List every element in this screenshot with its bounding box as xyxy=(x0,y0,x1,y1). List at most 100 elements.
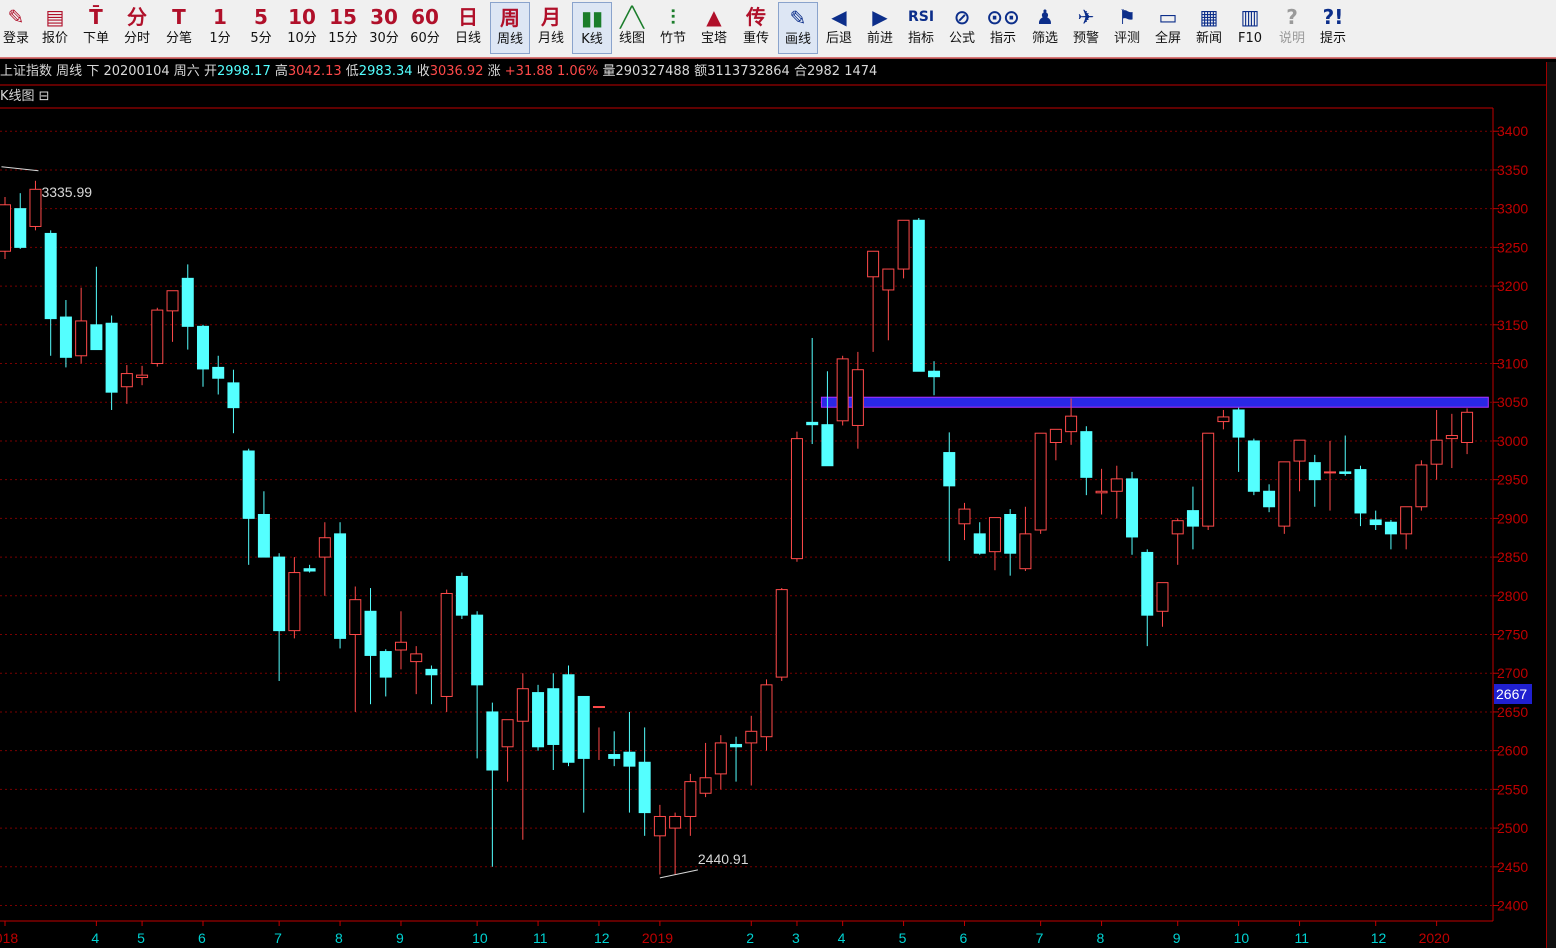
candle-body-up xyxy=(120,373,133,388)
candle-body-down xyxy=(928,370,941,378)
x-tick-label: 11 xyxy=(533,930,548,946)
candle-body-down xyxy=(1141,551,1154,616)
candle-body-down xyxy=(227,382,240,409)
candle-body-up xyxy=(988,517,1001,553)
x-tick-label: 6 xyxy=(959,930,967,946)
candle-body-down xyxy=(532,692,545,748)
candle-body-up xyxy=(1202,432,1215,527)
candle-body-up xyxy=(653,815,666,837)
candle-body-down xyxy=(242,450,255,519)
candle-body-down xyxy=(1004,514,1017,554)
candle-body-down xyxy=(105,322,118,393)
x-tick-label: 7 xyxy=(274,930,282,946)
candle-body-down xyxy=(1263,490,1276,508)
x-tick-label: 12 xyxy=(1371,930,1387,946)
candle-body-up xyxy=(760,684,773,738)
candle-body-up xyxy=(882,268,895,291)
candle-body-down xyxy=(425,668,438,676)
candle-body-down xyxy=(44,232,57,320)
y-tick-label: 3150 xyxy=(1497,317,1528,333)
candle-body-up xyxy=(516,688,529,722)
candle-body-up xyxy=(318,537,331,558)
candle-body-up xyxy=(1171,520,1184,535)
y-tick-label: 2400 xyxy=(1497,898,1528,914)
candle-body-up xyxy=(1445,435,1458,440)
candle-body-down xyxy=(547,688,560,745)
candle-body-up xyxy=(1049,428,1062,443)
x-tick-label: 11 xyxy=(1295,930,1310,946)
candle-body-down xyxy=(1232,409,1245,438)
candle-body-down xyxy=(638,761,651,814)
candle-body-down xyxy=(486,711,499,771)
candle-body-down xyxy=(1308,462,1321,481)
candle-body-down xyxy=(59,316,72,358)
candle-body-up xyxy=(745,730,758,744)
candle-body-down xyxy=(943,452,956,487)
candle-body-up xyxy=(75,320,88,357)
candle-body-up xyxy=(1065,415,1078,433)
candle-body-down xyxy=(364,610,377,656)
candle-body-down xyxy=(1384,521,1397,535)
low-annotation: 2440.91 xyxy=(698,851,749,867)
candle-body-down xyxy=(303,568,316,572)
candle-body-down xyxy=(14,208,27,248)
candle-body-down xyxy=(912,219,925,372)
candle-body-up xyxy=(775,589,788,678)
candle-body-down xyxy=(257,514,270,558)
x-tick-label: 2019 xyxy=(642,930,673,946)
candle-body-up xyxy=(349,599,362,636)
y-tick-label: 2550 xyxy=(1497,781,1528,797)
right-scroll-strip[interactable] xyxy=(1546,62,1556,948)
y-tick-label: 3250 xyxy=(1497,239,1528,255)
candle-body-down xyxy=(730,743,743,748)
candle-body-up xyxy=(288,572,301,632)
candle-body-up xyxy=(897,219,910,270)
y-tick-label: 2950 xyxy=(1497,472,1528,488)
y-tick-label: 2600 xyxy=(1497,743,1528,759)
candle-body-down xyxy=(562,674,575,763)
candle-body-down xyxy=(212,366,225,379)
candle-body-up xyxy=(1324,471,1337,474)
candle-body-up xyxy=(1293,439,1306,462)
candle-body-up xyxy=(1415,464,1428,508)
y-tick-label: 2900 xyxy=(1497,510,1528,526)
candle-body-up xyxy=(410,653,423,663)
y-tick-label: 2700 xyxy=(1497,665,1528,681)
x-tick-label: 12 xyxy=(594,930,610,946)
candle-body-up xyxy=(394,641,407,651)
candle-body-down xyxy=(577,695,590,759)
x-tick-label: 6 xyxy=(198,930,206,946)
x-tick-label: 10 xyxy=(1234,930,1250,946)
candle-body-up xyxy=(1461,411,1474,443)
candle-body-up xyxy=(867,250,880,278)
candle-body-down xyxy=(181,277,194,327)
x-tick-label: 10 xyxy=(472,930,488,946)
x-tick-label: 4 xyxy=(91,930,99,946)
y-tick-label: 2650 xyxy=(1497,704,1528,720)
candle-body-up xyxy=(1110,478,1123,492)
y-tick-label: 2500 xyxy=(1497,820,1528,836)
candle-body-up xyxy=(699,777,712,794)
candle-body-up xyxy=(0,204,11,252)
candle-body-up xyxy=(1217,416,1230,423)
candle-body-up xyxy=(1430,439,1443,465)
candle-body-up xyxy=(501,719,514,748)
y-tick-label: 2850 xyxy=(1497,549,1528,565)
candle-body-up xyxy=(1095,490,1108,494)
candle-body-up xyxy=(790,438,803,560)
y-tick-label: 2800 xyxy=(1497,588,1528,604)
candle-body-down xyxy=(1369,519,1382,526)
candle-body-down xyxy=(1080,431,1093,478)
candle-body-up xyxy=(440,592,453,697)
candle-body-up xyxy=(851,369,864,426)
candle-body-down xyxy=(1247,440,1260,492)
candle-body-down xyxy=(1354,469,1367,514)
x-tick-label: 5 xyxy=(137,930,145,946)
kline-chart[interactable]: 2400 2450 2500 2550 2600 2650 2700 2750 2800 2850… xyxy=(0,0,1556,948)
candle-body-down xyxy=(806,421,819,426)
high-marker-line xyxy=(1,166,39,172)
y-tick-label: 3400 xyxy=(1497,123,1528,139)
candle-body-up xyxy=(836,358,849,422)
x-tick-label: 3 xyxy=(792,930,800,946)
x-tick-label: 7 xyxy=(1036,930,1044,946)
